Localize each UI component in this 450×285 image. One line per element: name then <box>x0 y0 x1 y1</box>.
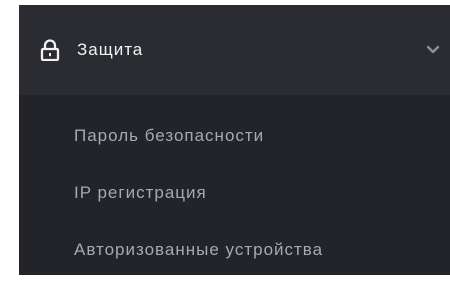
menu-item-ip-registration[interactable]: IP регистрация <box>74 181 207 205</box>
security-menu: Защита Пароль безопасности IP регистраци… <box>19 5 450 275</box>
security-section-title: Защита <box>77 40 144 59</box>
security-section-header[interactable]: Защита <box>19 5 450 95</box>
security-submenu: Пароль безопасности IP регистрация Автор… <box>19 95 450 275</box>
menu-item-security-password[interactable]: Пароль безопасности <box>74 124 264 148</box>
chevron-down-icon[interactable] <box>426 45 440 55</box>
lock-icon <box>39 39 61 61</box>
menu-item-authorized-devices[interactable]: Авторизованные устройства <box>74 238 323 262</box>
